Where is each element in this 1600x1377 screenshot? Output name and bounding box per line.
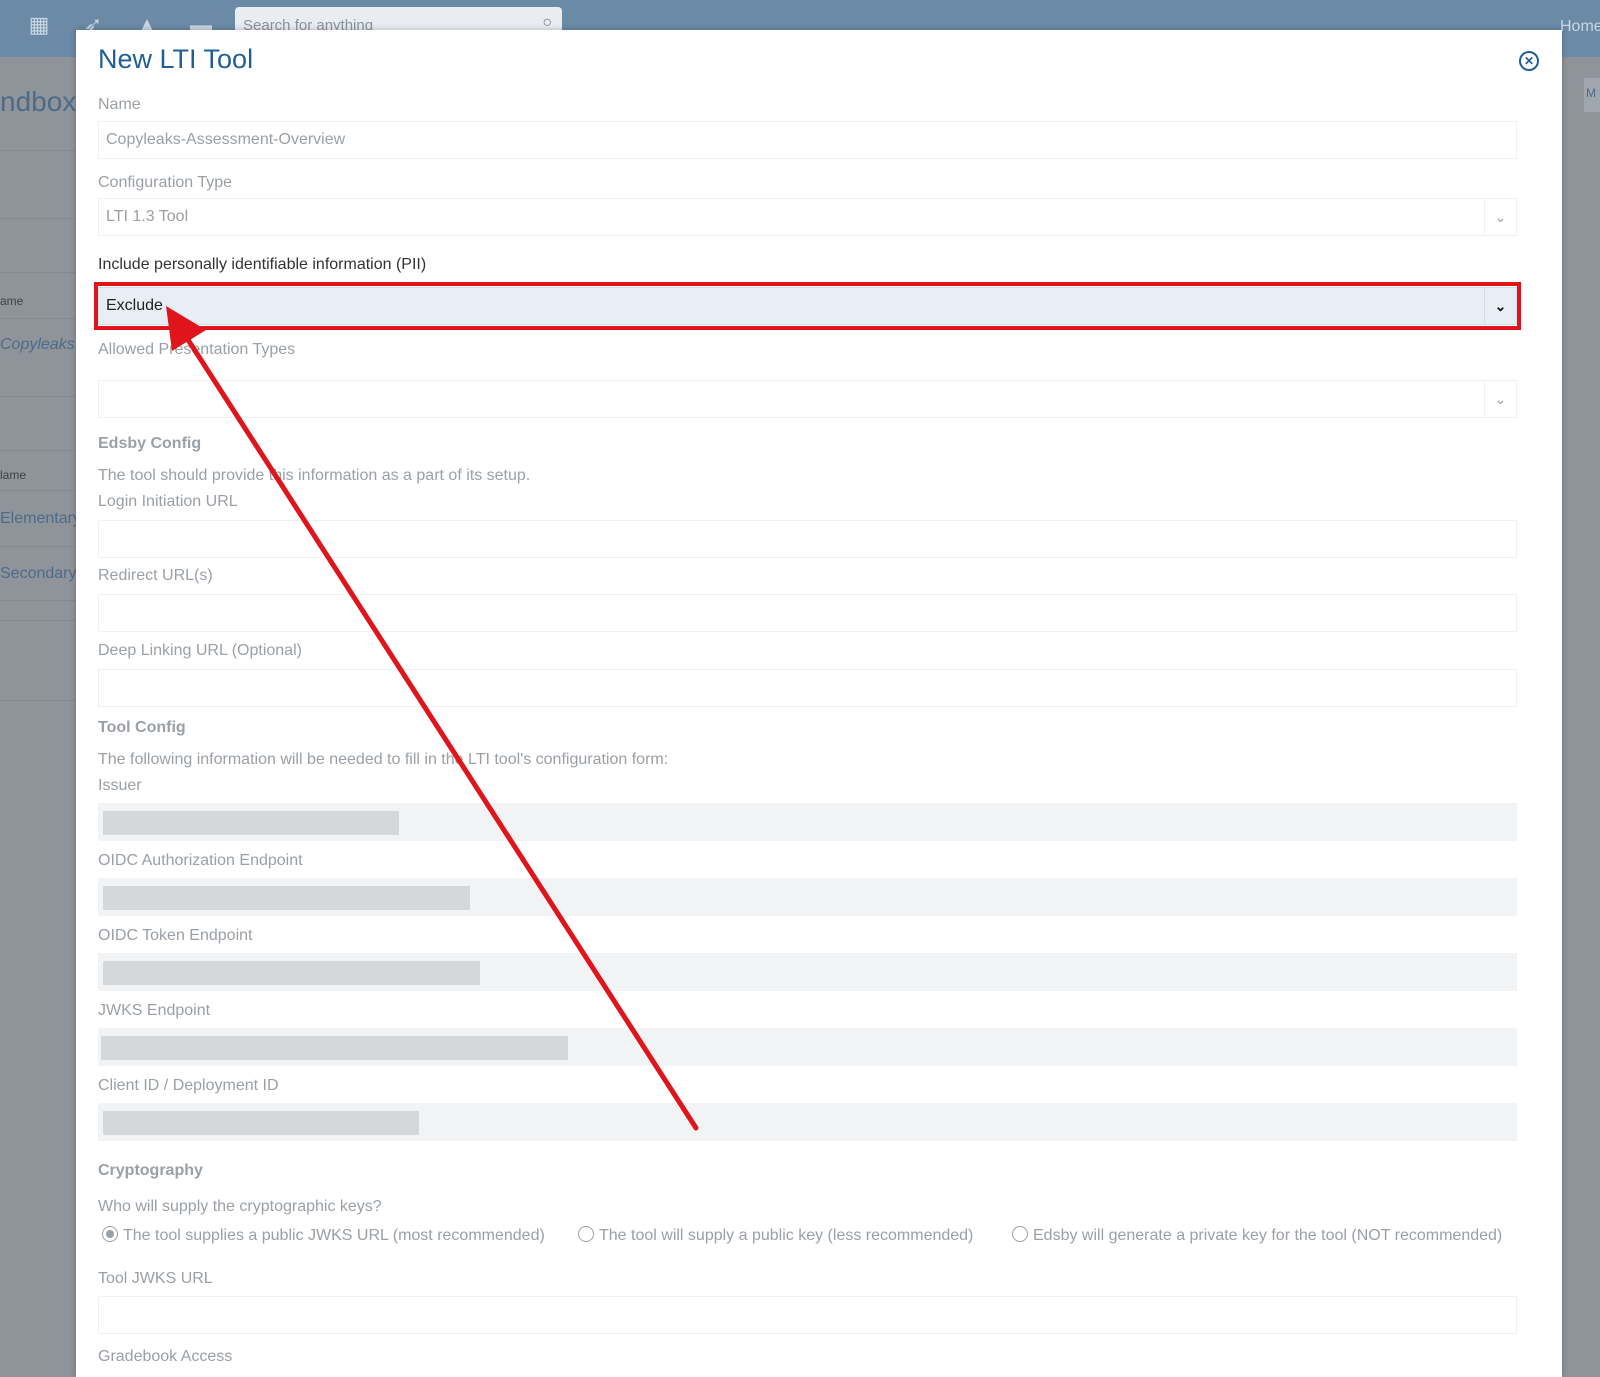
- login-url-label: Login Initiation URL: [98, 493, 238, 510]
- close-icon[interactable]: ✕: [1519, 51, 1539, 71]
- client-id-label: Client ID / Deployment ID: [98, 1077, 279, 1094]
- radio-unselected-icon[interactable]: [1012, 1226, 1028, 1242]
- background-divider: [0, 272, 76, 273]
- issuer-value: [98, 803, 1517, 841]
- gradebook-access-label: Gradebook Access: [98, 1348, 233, 1365]
- radio-label: The tool will supply a public key (less …: [599, 1227, 974, 1244]
- oidc-auth-value: [98, 878, 1517, 916]
- redacted-value: [103, 1111, 419, 1135]
- background-divider: [0, 318, 76, 319]
- edsby-config-heading: Edsby Config: [98, 435, 202, 452]
- client-id-value: [98, 1103, 1517, 1141]
- presentation-types-select[interactable]: ⌄: [98, 380, 1517, 418]
- radio-label: The tool supplies a public JWKS URL (mos…: [123, 1227, 545, 1244]
- pii-select[interactable]: Exclude ⌄: [98, 287, 1517, 325]
- background-page-title: ndbox: [0, 86, 76, 117]
- oidc-auth-label: OIDC Authorization Endpoint: [98, 852, 303, 869]
- background-divider: [0, 600, 76, 601]
- chevron-down-icon[interactable]: ⌄: [1484, 288, 1516, 324]
- login-url-input[interactable]: [98, 520, 1517, 558]
- background-divider: [0, 450, 76, 451]
- jwks-endpoint-label: JWKS Endpoint: [98, 1002, 211, 1019]
- chevron-down-icon[interactable]: ⌄: [1484, 381, 1516, 417]
- oidc-token-label: OIDC Token Endpoint: [98, 927, 253, 944]
- redacted-value: [103, 886, 470, 910]
- deep-link-url-label: Deep Linking URL (Optional): [98, 642, 302, 659]
- background-column-header: ame: [0, 294, 24, 308]
- background-link[interactable]: Copyleaks S: [0, 336, 76, 354]
- tool-jwks-url-input[interactable]: [98, 1296, 1517, 1334]
- radio-selected-icon[interactable]: [102, 1226, 118, 1242]
- configuration-type-select[interactable]: LTI 1.3 Tool ⌄: [98, 198, 1517, 236]
- background-divider: [0, 396, 76, 397]
- background-divider: [0, 150, 76, 151]
- calendar-icon[interactable]: ▦: [26, 12, 52, 38]
- presentation-types-label: Allowed Presentation Types: [98, 341, 296, 358]
- dialog-title: New LTI Tool: [98, 44, 254, 74]
- background-divider: [0, 546, 76, 547]
- name-label: Name: [98, 96, 141, 113]
- tool-config-help: The following information will be needed…: [98, 751, 669, 768]
- background-column-header: lame: [0, 468, 27, 482]
- background-divider: [0, 218, 76, 219]
- configuration-type-label: Configuration Type: [98, 174, 233, 191]
- new-lti-tool-dialog: New LTI Tool ✕ Name Copyleaks-Assessment…: [76, 30, 1562, 1377]
- background-divider: [0, 620, 76, 621]
- home-link[interactable]: Home: [1560, 18, 1600, 36]
- background-link[interactable]: Secondary: [0, 565, 76, 583]
- tool-jwks-url-label: Tool JWKS URL: [98, 1270, 213, 1287]
- oidc-token-value: [98, 953, 1517, 991]
- issuer-label: Issuer: [98, 777, 142, 794]
- radio-unselected-icon[interactable]: [578, 1226, 594, 1242]
- jwks-endpoint-value: [98, 1028, 1517, 1066]
- background-link[interactable]: Elementary: [0, 510, 76, 528]
- chevron-down-icon[interactable]: ⌄: [1484, 199, 1516, 235]
- cryptography-heading: Cryptography: [98, 1162, 203, 1179]
- redirect-url-input[interactable]: [98, 594, 1517, 632]
- background-divider: [0, 490, 76, 491]
- radio-label: Edsby will generate a private key for th…: [1033, 1227, 1503, 1244]
- deep-link-url-input[interactable]: [98, 669, 1517, 707]
- background-right-tab[interactable]: M: [1584, 78, 1600, 112]
- redacted-value: [103, 961, 480, 985]
- redacted-value: [101, 1036, 568, 1060]
- redacted-value: [103, 811, 399, 835]
- radio-tool-jwks-url[interactable]: The tool supplies a public JWKS URL (mos…: [102, 1226, 545, 1245]
- pii-value: Exclude: [106, 297, 163, 314]
- background-divider: [0, 700, 76, 701]
- redirect-url-label: Redirect URL(s): [98, 567, 213, 584]
- cryptography-question: Who will supply the cryptographic keys?: [98, 1198, 382, 1215]
- edsby-config-help: The tool should provide this information…: [98, 467, 531, 484]
- name-input[interactable]: Copyleaks-Assessment-Overview: [98, 121, 1517, 159]
- tool-config-heading: Tool Config: [98, 719, 186, 736]
- radio-edsby-private-key[interactable]: Edsby will generate a private key for th…: [1012, 1226, 1502, 1245]
- radio-tool-public-key[interactable]: The tool will supply a public key (less …: [578, 1226, 973, 1245]
- pii-label: Include personally identifiable informat…: [98, 256, 427, 273]
- configuration-type-value: LTI 1.3 Tool: [106, 208, 189, 225]
